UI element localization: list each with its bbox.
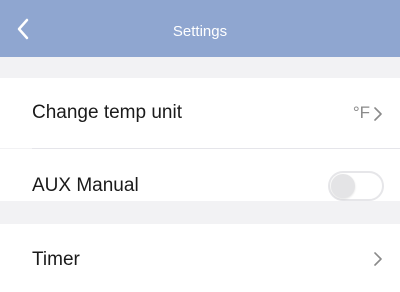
aux-manual-toggle[interactable]: [328, 171, 384, 201]
temp-unit-row[interactable]: Change temp unit °F: [0, 78, 400, 148]
timer-row[interactable]: Timer: [0, 224, 400, 292]
timer-label: Timer: [32, 249, 80, 270]
chevron-right-icon: [374, 107, 382, 121]
aux-manual-label: AUX Manual: [32, 175, 139, 196]
page-title: Settings: [172, 23, 228, 40]
chevron-right-icon: [374, 252, 382, 266]
temp-unit-value: °F: [352, 103, 370, 122]
toggle-knob: [331, 174, 355, 198]
aux-manual-row: AUX Manual: [0, 149, 400, 201]
temp-unit-label: Change temp unit: [32, 102, 182, 123]
navigation-bar: Settings: [0, 0, 400, 57]
settings-screen: Settings Change temp unit °F AUX Manual …: [0, 0, 400, 292]
